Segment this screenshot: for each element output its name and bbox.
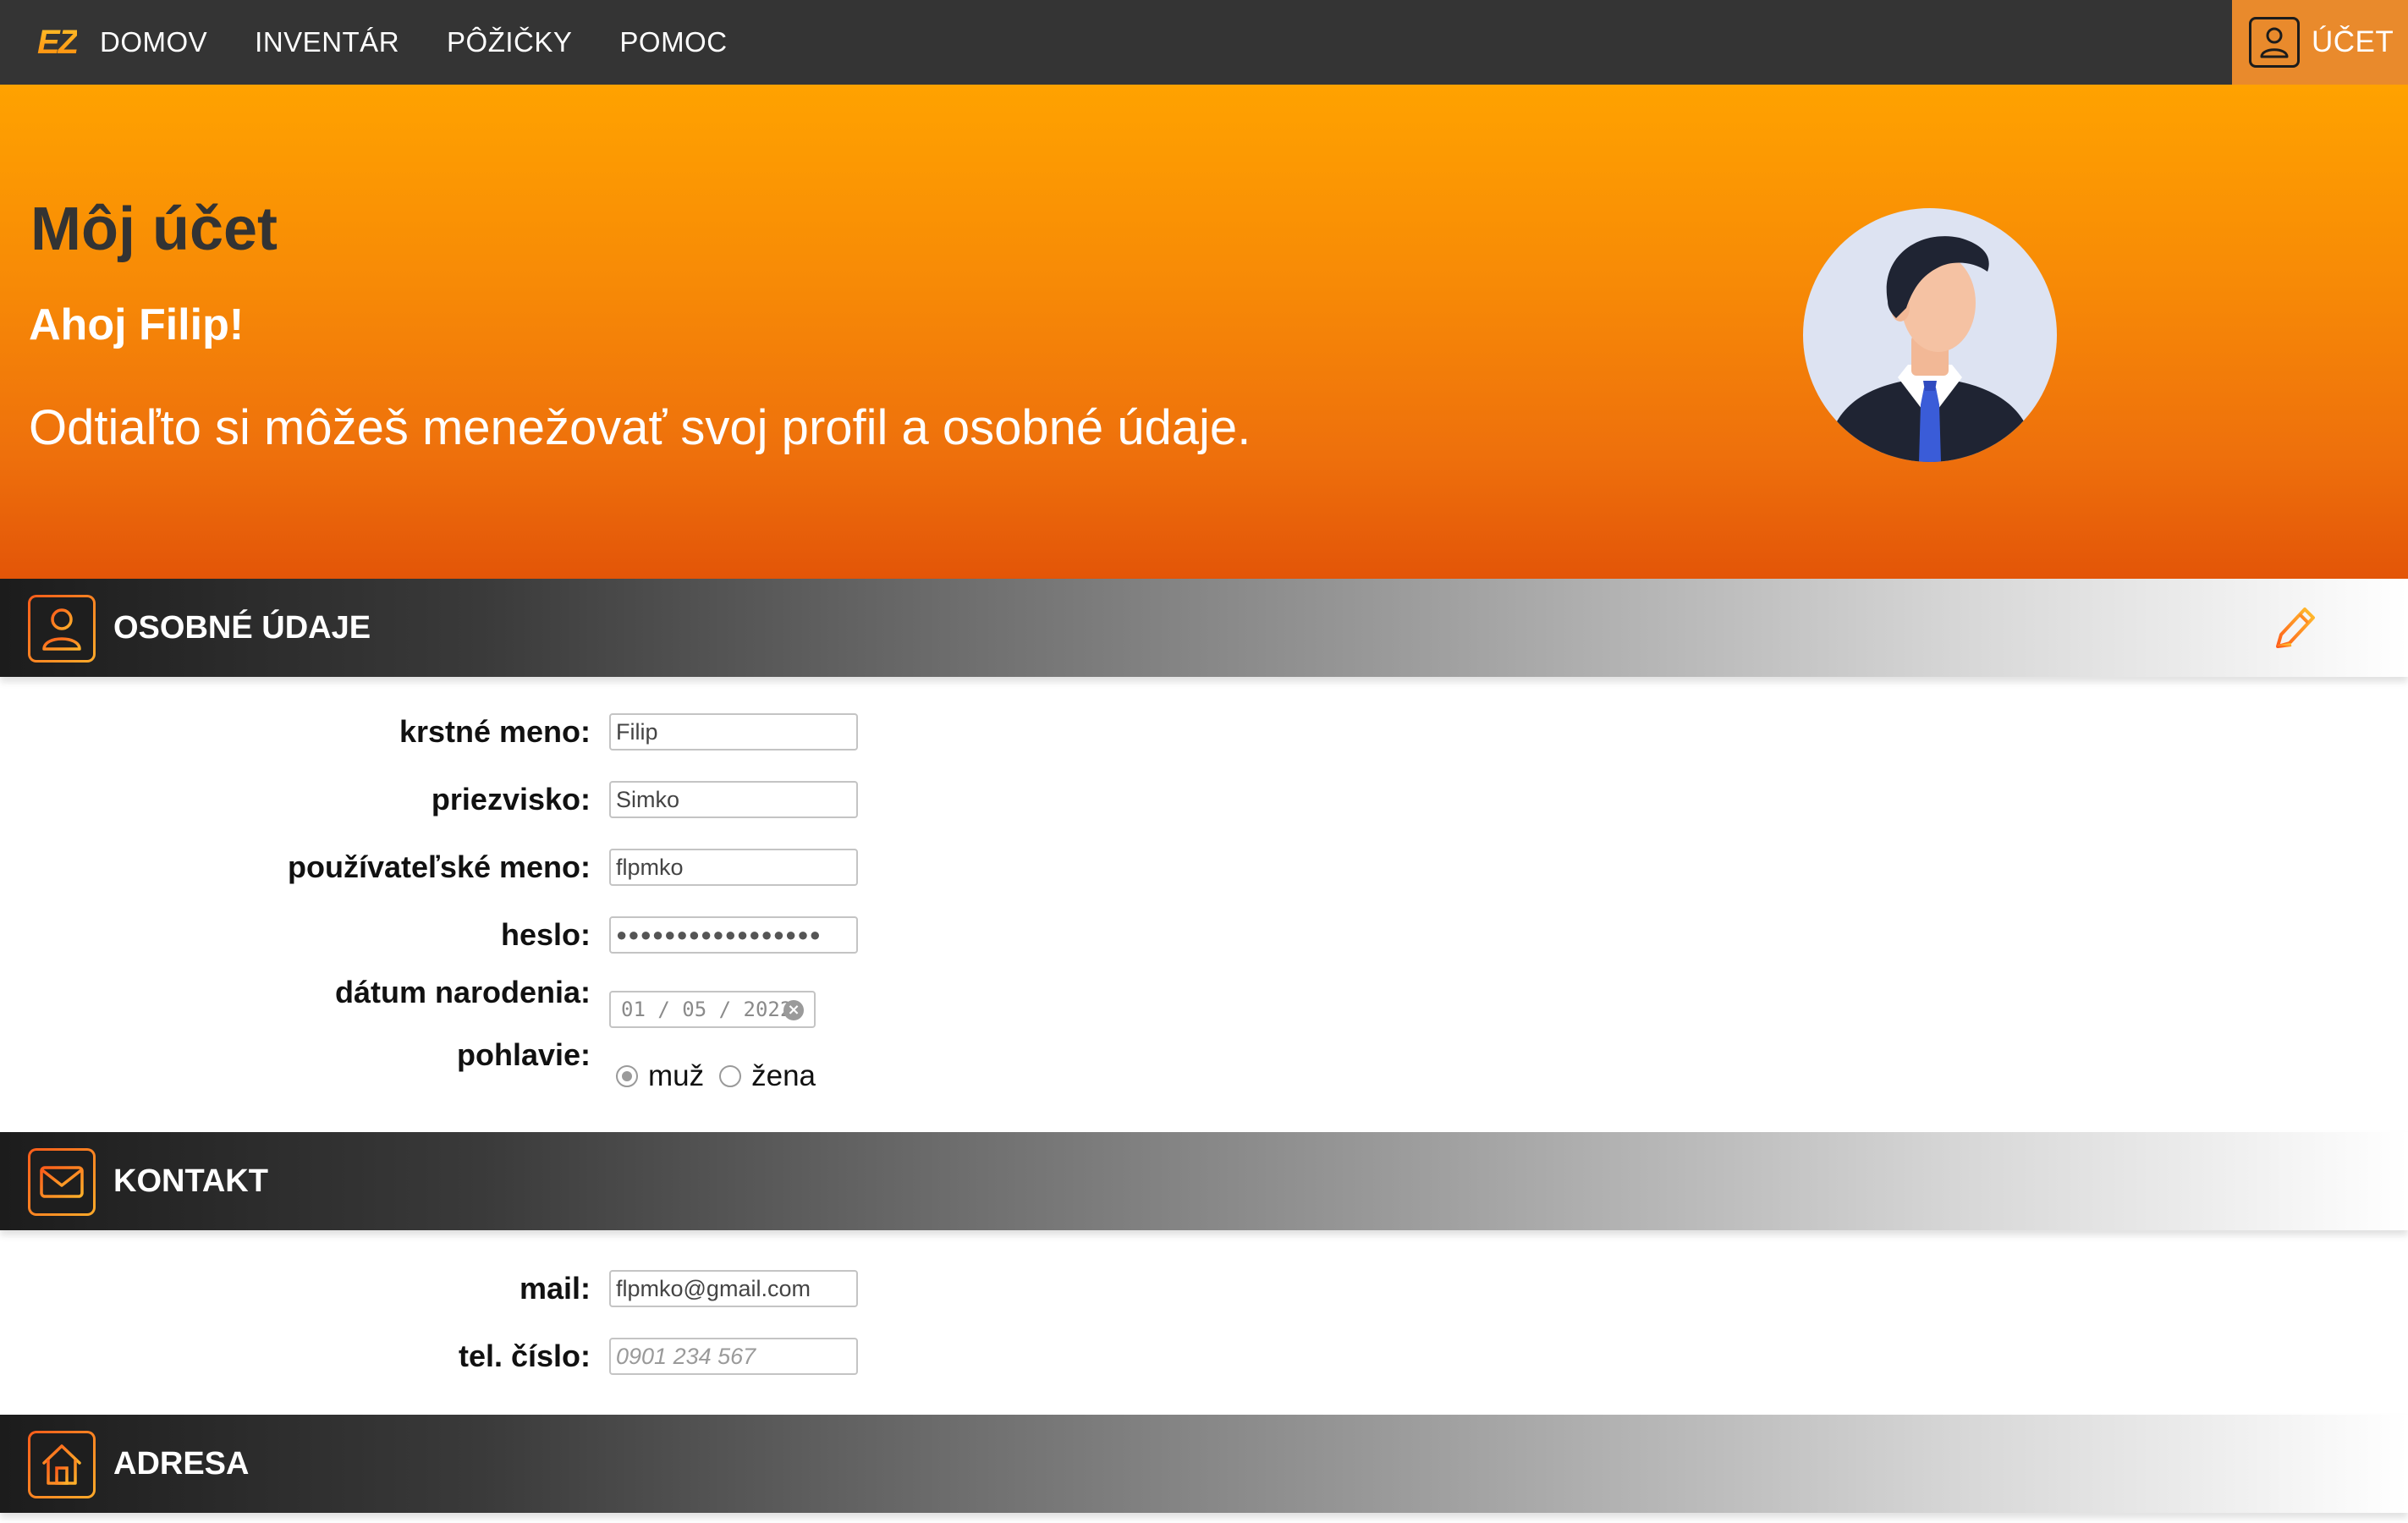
birthdate-input[interactable]: 01 / 05 / 2022 × xyxy=(609,991,816,1028)
username-label: používateľské meno: xyxy=(288,849,591,884)
nav-item-domov[interactable]: DOMOV xyxy=(100,0,207,85)
hero-banner: Môj účet Ahoj Filip! Odtiaľto si môžeš m… xyxy=(0,85,2408,579)
password-input[interactable] xyxy=(609,916,858,954)
gender-option-muz[interactable]: muž xyxy=(648,1059,704,1093)
mail-icon xyxy=(28,1148,96,1216)
user-icon xyxy=(28,595,96,663)
house-icon xyxy=(28,1431,96,1498)
clear-date-icon[interactable]: × xyxy=(783,1000,804,1020)
section-title-address: ADRESA xyxy=(113,1446,250,1482)
section-title-personal: OSOBNÉ ÚDAJE xyxy=(113,610,371,646)
ez-logo[interactable]: EZ xyxy=(37,24,79,61)
nav-item-inventar[interactable]: INVENTÁR xyxy=(255,0,399,85)
row-mail: mail: xyxy=(0,1270,931,1312)
row-password: heslo: xyxy=(0,916,931,959)
first-name-input[interactable] xyxy=(609,713,858,751)
section-header-address: ADRESA xyxy=(0,1415,2408,1513)
birthdate-label: dátum narodenia: xyxy=(334,975,591,1009)
last-name-label: priezvisko: xyxy=(431,782,591,816)
section-header-contact: KONTAKT xyxy=(0,1132,2408,1230)
row-birthdate: dátum narodenia: 01 / 05 / 2022 × xyxy=(0,975,931,1033)
nav-item-pomoc[interactable]: POMOC xyxy=(619,0,727,85)
page-title: Môj účet xyxy=(30,195,278,263)
row-first-name: krstné meno: xyxy=(0,713,931,756)
section-header-personal: OSOBNÉ ÚDAJE xyxy=(0,579,2408,677)
section-title-contact: KONTAKT xyxy=(113,1163,268,1199)
pencil-icon[interactable] xyxy=(2268,602,2335,658)
top-navbar: EZ DOMOV INVENTÁR PÔŽIČKY POMOC ÚČET xyxy=(0,0,2408,85)
gender-radio-group: muž žena xyxy=(616,1055,831,1097)
greeting: Ahoj Filip! xyxy=(29,300,245,349)
gender-label: pohlavie: xyxy=(456,1037,591,1072)
gender-radio-muz[interactable] xyxy=(616,1065,638,1087)
mail-input[interactable] xyxy=(609,1270,858,1307)
username-input[interactable] xyxy=(609,849,858,886)
mail-label: mail: xyxy=(519,1271,591,1306)
row-username: používateľské meno: xyxy=(0,849,931,891)
gender-radio-zena[interactable] xyxy=(719,1065,742,1087)
hero-subtitle: Odtiaľto si môžeš menežovať svoj profil … xyxy=(29,400,1251,455)
last-name-input[interactable] xyxy=(609,781,858,818)
user-icon xyxy=(2249,17,2300,68)
gender-option-zena[interactable]: žena xyxy=(751,1059,816,1093)
avatar xyxy=(1803,208,2057,462)
nav-menu: DOMOV INVENTÁR PÔŽIČKY POMOC xyxy=(100,0,775,85)
phone-input[interactable] xyxy=(609,1338,858,1375)
first-name-label: krstné meno: xyxy=(399,714,591,749)
row-last-name: priezvisko: xyxy=(0,781,931,823)
account-button[interactable]: ÚČET xyxy=(2232,0,2408,85)
phone-label: tel. číslo: xyxy=(458,1339,591,1373)
birthdate-value: 01 / 05 / 2022 xyxy=(621,998,793,1021)
row-gender: pohlavie: muž žena xyxy=(0,1037,931,1097)
account-label: ÚČET xyxy=(2312,25,2394,58)
row-phone: tel. číslo: xyxy=(0,1338,931,1380)
password-label: heslo: xyxy=(500,917,591,952)
nav-item-pozicky[interactable]: PÔŽIČKY xyxy=(447,0,572,85)
